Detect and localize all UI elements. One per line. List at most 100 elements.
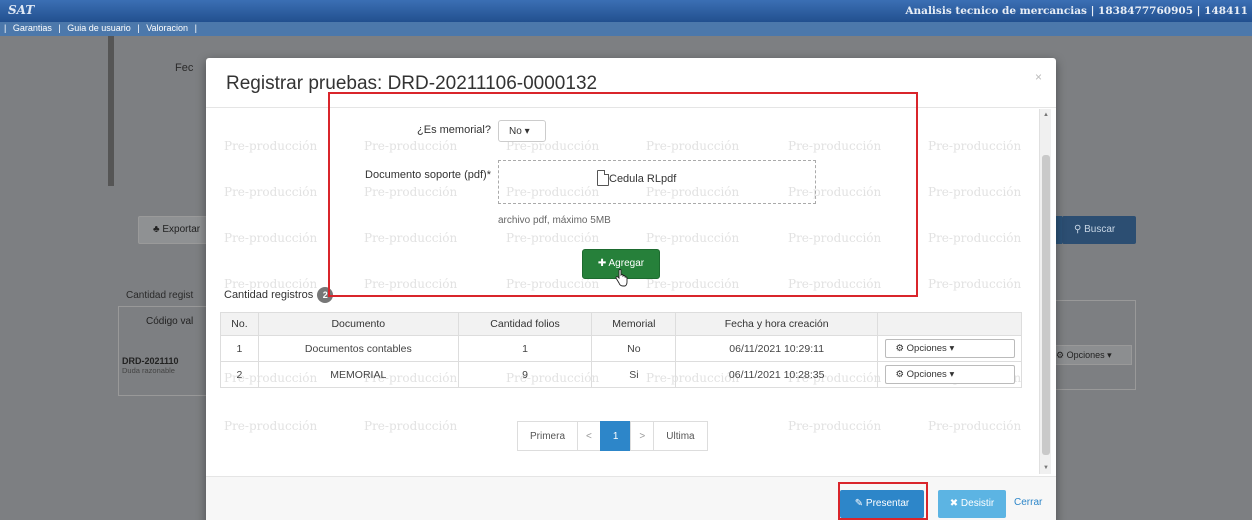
column-header-fecha: Fecha y hora creación <box>675 312 878 336</box>
opciones-label: Opciones <box>906 369 947 380</box>
table-row: 2 MEMORIAL 9 Si 06/11/2021 10:28:35 ⚙ Op… <box>220 361 1022 388</box>
watermark-text: Pre-producción <box>788 277 882 291</box>
column-header-memorial: Memorial <box>591 312 677 336</box>
pagination-next[interactable]: > <box>630 421 655 451</box>
modal-header: Registrar pruebas: DRD-20211106-0000132 … <box>206 58 1056 108</box>
watermark-text: Pre-producción <box>646 139 740 153</box>
app-title: Analisis tecnico de mercancias | 1838477… <box>905 5 1248 17</box>
modal-body: Pre-producción Pre-producción Pre-produc… <box>206 109 1056 476</box>
gears-icon: ⚙ <box>1056 350 1065 360</box>
background-export-label: Exportar <box>162 224 201 235</box>
scroll-up-icon[interactable]: ▲ <box>1043 112 1049 118</box>
es-memorial-label: ¿Es memorial? <box>417 124 491 136</box>
background-divider <box>108 36 114 186</box>
menu-item-valoracion[interactable]: Valoracion <box>144 23 190 33</box>
watermark-text: Pre-producción <box>364 231 458 245</box>
x-icon: ✖ <box>949 498 959 509</box>
cell-documento: Documentos contables <box>257 335 459 362</box>
watermark-text: Pre-producción <box>224 139 318 153</box>
opciones-dropdown-button[interactable]: ⚙ Opciones ▾ <box>884 339 1015 358</box>
cantidad-registros: Cantidad registros 2 <box>224 287 334 303</box>
background-opciones-button: ⚙ Opciones ▾ <box>1050 345 1132 365</box>
cell-documento: MEMORIAL <box>257 361 459 388</box>
plus-icon: ✚ <box>597 258 607 269</box>
file-dropzone[interactable]: Cedula RLpdf <box>498 160 816 204</box>
es-memorial-value: No <box>509 126 522 137</box>
registros-count-badge: 2 <box>317 287 334 303</box>
menu-separator: | <box>4 23 7 33</box>
close-icon[interactable]: × <box>1035 70 1042 84</box>
background-row-code: DRD-2021110 <box>122 356 179 366</box>
cell-fecha: 06/11/2021 10:28:35 <box>675 361 878 388</box>
cantidad-registros-label: Cantidad registros <box>224 289 314 301</box>
cell-memorial: No <box>591 335 677 362</box>
menu-separator: | <box>137 23 140 33</box>
file-help-text: archivo pdf, máximo 5MB <box>498 215 611 226</box>
watermark-text: Pre-producción <box>506 231 600 245</box>
watermark-text: Pre-producción <box>788 139 882 153</box>
gears-icon: ⚙ <box>895 343 905 354</box>
cell-folios: 1 <box>457 335 593 362</box>
cell-acciones: ⚙ Opciones ▾ <box>877 335 1022 362</box>
selected-file-name: Cedula RLpdf <box>609 173 677 185</box>
modal-title: Registrar pruebas: DRD-20211106-0000132 <box>226 73 598 94</box>
pagination-last[interactable]: Ultima <box>653 421 708 451</box>
watermark-text: Pre-producción <box>224 185 318 199</box>
menu-separator: | <box>194 23 197 33</box>
watermark-text: Pre-producción <box>928 185 1022 199</box>
table-row: 1 Documentos contables 1 No 06/11/2021 1… <box>220 335 1022 362</box>
pdf-file-icon <box>597 170 609 186</box>
menu-separator: | <box>58 23 61 33</box>
watermark-text: Pre-producción <box>788 231 882 245</box>
watermark-text: Pre-producción <box>224 231 318 245</box>
table-header-row: No. Documento Cantidad folios Memorial F… <box>220 312 1022 336</box>
edit-icon: ✎ <box>854 498 864 509</box>
app-header: SAT Analisis tecnico de mercancias | 183… <box>0 0 1252 22</box>
hand-cursor-icon <box>615 269 628 287</box>
gears-icon: ⚙ <box>895 369 905 380</box>
scroll-down-icon[interactable]: ▼ <box>1043 465 1049 471</box>
watermark-text: Pre-producción <box>646 277 740 291</box>
watermark-text: Pre-producción <box>928 139 1022 153</box>
opciones-label: Opciones <box>906 343 947 354</box>
column-header-documento: Documento <box>257 312 459 336</box>
watermark-text: Pre-producción <box>928 277 1022 291</box>
registrar-pruebas-modal: Registrar pruebas: DRD-20211106-0000132 … <box>206 58 1056 520</box>
column-header-acciones <box>877 312 1022 336</box>
scroll-thumb[interactable] <box>1042 155 1050 455</box>
pagination: Primera < 1 > Ultima <box>517 421 708 451</box>
caret-down-icon: ▾ <box>524 126 530 137</box>
cell-folios: 9 <box>457 361 593 388</box>
pagination-prev[interactable]: < <box>577 421 601 451</box>
column-header-folios: Cantidad folios <box>457 312 593 336</box>
cerrar-link[interactable]: Cerrar <box>1014 497 1042 508</box>
desistir-button[interactable]: ✖ Desistir <box>938 490 1006 518</box>
es-memorial-select[interactable]: No ▾ <box>498 120 546 142</box>
modal-footer: ✎ Presentar ✖ Desistir Cerrar <box>206 476 1056 520</box>
desistir-label: Desistir <box>960 498 995 509</box>
watermark-text: Pre-producción <box>788 419 882 433</box>
watermark-text: Pre-producción <box>506 277 600 291</box>
modal-scrollbar[interactable]: ▲ ▼ <box>1039 109 1051 474</box>
background-cantidad-label: Cantidad regist <box>126 290 194 301</box>
pagination-page-current[interactable]: 1 <box>599 421 632 451</box>
cell-no: 1 <box>220 335 259 362</box>
column-header-no: No. <box>220 312 259 336</box>
app-logo: SAT <box>8 3 35 17</box>
cell-acciones: ⚙ Opciones ▾ <box>877 361 1022 388</box>
menu: | Garantias | Guia de usuario | Valoraci… <box>2 23 199 33</box>
menu-item-guia-de-usuario[interactable]: Guia de usuario <box>65 23 133 33</box>
presentar-button[interactable]: ✎ Presentar <box>840 490 924 518</box>
opciones-dropdown-button[interactable]: ⚙ Opciones ▾ <box>884 365 1015 384</box>
agregar-label: Agregar <box>608 258 645 269</box>
watermark-text: Pre-producción <box>646 231 740 245</box>
cell-memorial: Si <box>591 361 677 388</box>
menu-item-garantias[interactable]: Garantias <box>11 23 54 33</box>
watermark-text: Pre-producción <box>364 139 458 153</box>
watermark-text: Pre-producción <box>928 231 1022 245</box>
watermark-text: Pre-producción <box>364 277 458 291</box>
pagination-first[interactable]: Primera <box>517 421 579 451</box>
menu-bar: | Garantias | Guia de usuario | Valoraci… <box>0 22 1252 36</box>
background-opciones-label: Opciones <box>1066 350 1105 360</box>
documento-soporte-label: Documento soporte (pdf)* <box>365 169 491 181</box>
